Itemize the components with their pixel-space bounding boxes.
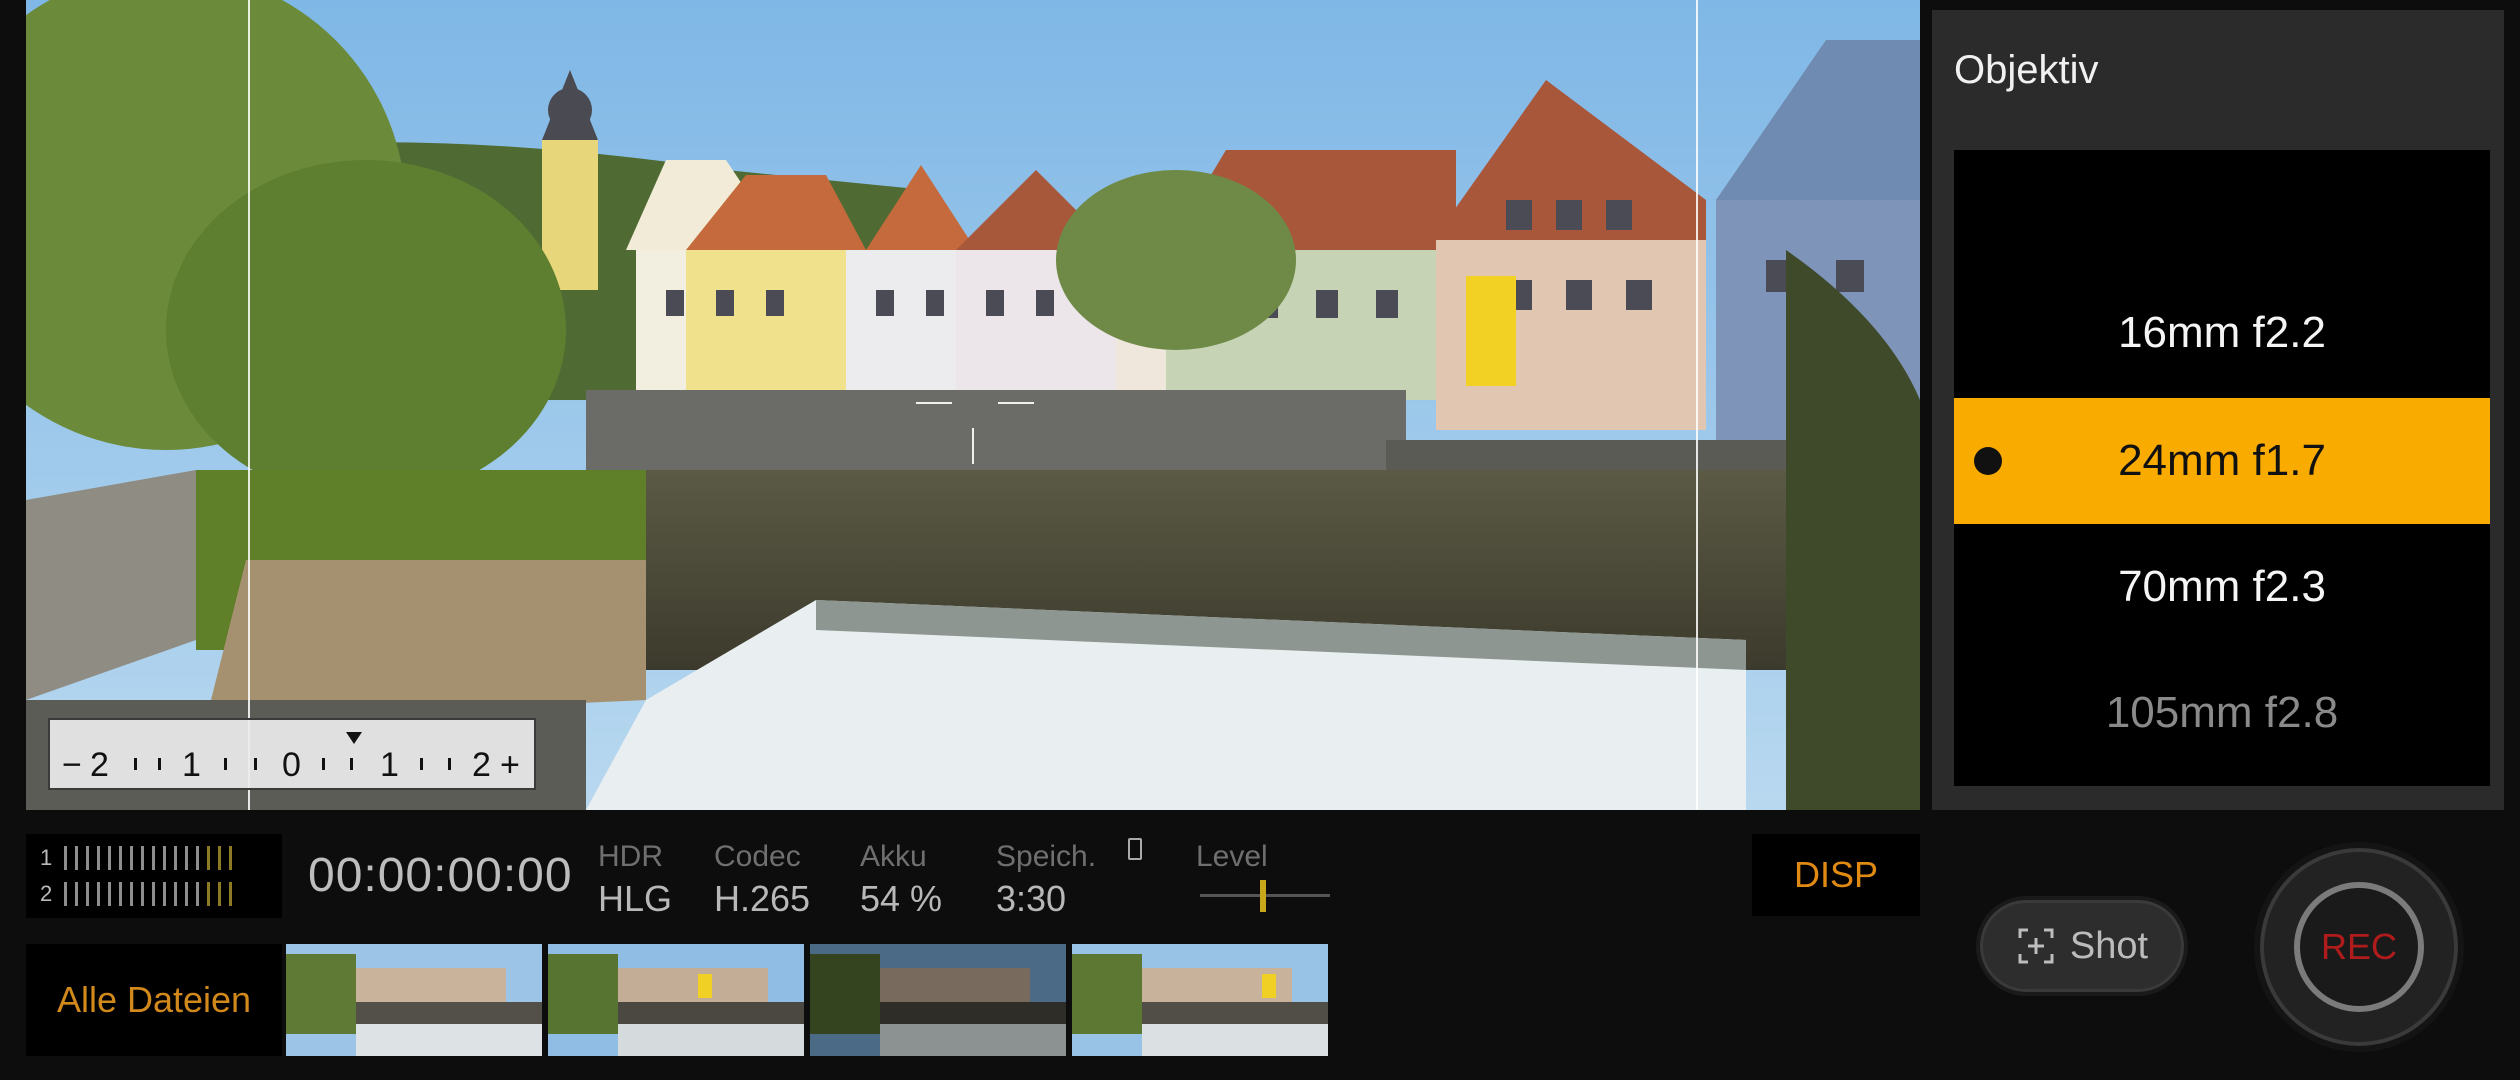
exposure-scale: − 2 1 0 1 2 + [48,718,536,790]
audio-channel-label: 2 [40,881,53,906]
battery-status: Akku 54 % [860,840,942,920]
thumbnail-1[interactable] [286,944,542,1056]
lens-option-24mm[interactable]: 24mm f1.7 [1954,398,2490,524]
shot-label: Shot [2069,924,2149,967]
ev-minus: − [62,746,82,784]
thumbnail-image [1072,944,1328,1056]
selected-dot-icon [1974,447,2002,475]
lens-option-70mm[interactable]: 70mm f2.3 [1954,524,2490,650]
lens-list[interactable]: 16mm f2.2 24mm f1.7 70mm f2.3 105mm f2.8 [1954,150,2490,786]
level-label: Level [1196,840,1268,873]
ev-label-minus-2: 2 [90,746,109,784]
thumbnail-4[interactable] [1072,944,1328,1056]
record-button[interactable]: REC [2294,882,2424,1012]
lens-option-label: 24mm f1.7 [2118,436,2326,485]
thumbnail-image [810,944,1066,1056]
thumbnail-image [548,944,804,1056]
battery-label: Akku [860,840,927,873]
thumbnail-3[interactable] [810,944,1066,1056]
viewfinder-image [26,0,1920,810]
codec-label: Codec [714,840,801,873]
shot-button[interactable]: Shot [1976,896,2188,996]
audio-level-meter: 1 2 [26,834,282,918]
lens-option-105mm[interactable]: 105mm f2.8 [1954,650,2490,776]
lens-option-label: 70mm f2.3 [2118,562,2326,611]
thumbnail-image [286,944,542,1056]
disp-button[interactable]: DISP [1752,834,1920,916]
ev-label-0: 0 [282,746,301,784]
lens-panel-title: Objektiv [1954,48,2099,92]
storage-value: 3:30 [996,878,1067,919]
lens-option-label: 16mm f2.2 [2118,308,2326,357]
battery-value: 54 % [860,878,943,919]
screenshot-capture-icon [2016,926,2056,966]
hdr-label: HDR [598,840,663,873]
audio-channel-1: 1 [40,844,240,872]
level-marker [1260,880,1266,912]
ev-plus: + [500,746,520,784]
ev-label-minus-1: 1 [182,746,201,784]
phone-storage-icon [1128,838,1142,860]
audio-channel-2: 2 [40,880,240,908]
all-files-button[interactable]: Alle Dateien [26,944,282,1056]
level-indicator: Level [1196,840,1336,920]
audio-channel-label: 1 [40,845,53,870]
ev-label-plus-2: 2 [472,746,491,784]
grid-guide-left [248,0,250,810]
codec-status: Codec H.265 [714,840,810,920]
hdr-status: HDR HLG [598,840,672,920]
record-control: REC [2254,842,2464,1052]
lens-option-16mm[interactable]: 16mm f2.2 [1954,270,2490,396]
viewfinder[interactable]: − 2 1 0 1 2 + [26,0,1920,810]
storage-label: Speich. [996,840,1097,873]
timecode: 00:00:00:00 [308,849,573,902]
codec-value: H.265 [714,878,811,919]
storage-status: Speich. 3:30 [996,840,1096,920]
hdr-value: HLG [598,878,673,919]
exposure-pointer [346,732,362,744]
lens-panel: Objektiv 16mm f2.2 24mm f1.7 70mm f2.3 1… [1932,10,2504,810]
thumbnail-2[interactable] [548,944,804,1056]
lens-option-label: 105mm f2.8 [2105,688,2339,737]
grid-guide-right [1696,0,1698,810]
record-label: REC [2320,926,2397,967]
ev-label-plus-1: 1 [380,746,399,784]
